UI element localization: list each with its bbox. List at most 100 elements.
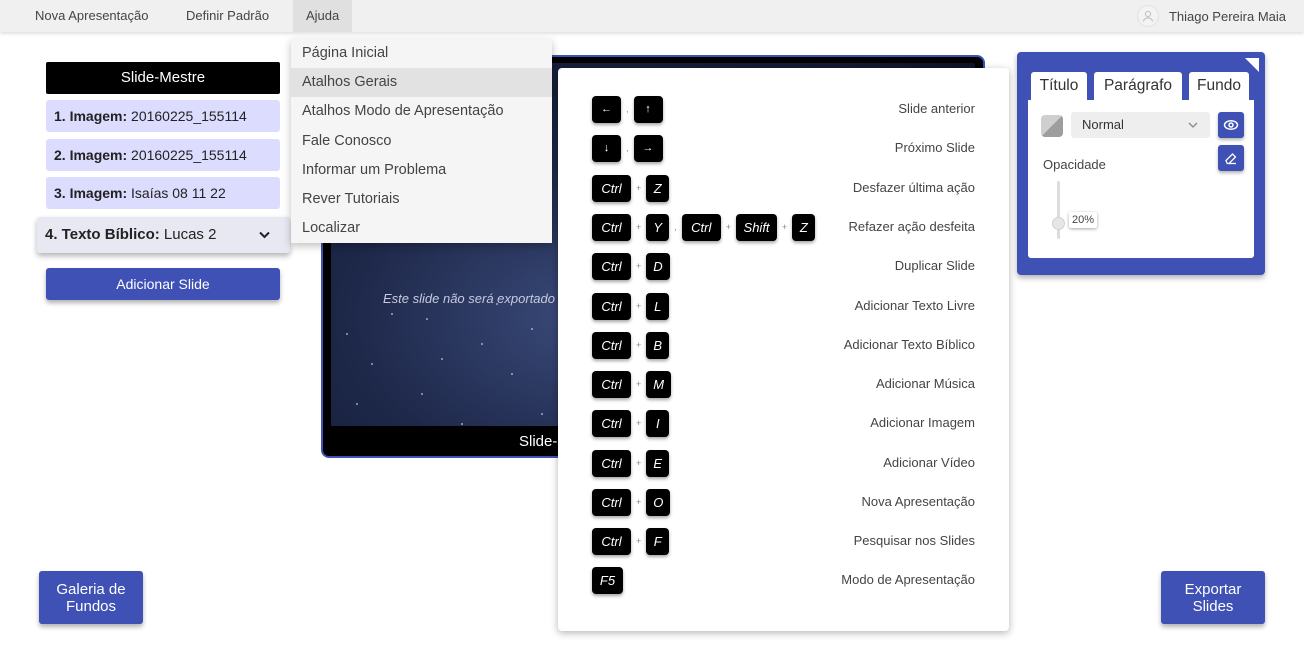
shortcut-description: Desfazer última ação bbox=[852, 180, 975, 195]
menu-item-informar-problema[interactable]: Informar um Problema bbox=[291, 156, 552, 185]
shortcut-description: Adicionar Vídeo bbox=[883, 455, 975, 470]
slide-item-value: 20160225_155114 bbox=[131, 147, 247, 163]
opacity-slider-thumb[interactable] bbox=[1052, 217, 1065, 231]
clear-button[interactable] bbox=[1218, 145, 1244, 171]
ctrl-key: Ctrl bbox=[592, 213, 631, 241]
shortcut-description: Modo de Apresentação bbox=[841, 572, 975, 587]
key-plus: + bbox=[636, 536, 642, 546]
l-key: L bbox=[646, 292, 670, 320]
slide-item-label: 3. Imagem: bbox=[54, 185, 128, 201]
key-plus: + bbox=[782, 222, 788, 232]
shortcut-row: Ctrl + O Nova Apresentação bbox=[592, 487, 975, 517]
ctrl-key: Ctrl bbox=[592, 488, 631, 516]
ctrl-key: Ctrl bbox=[592, 331, 631, 359]
shortcut-row: F5 Modo de Apresentação bbox=[592, 565, 975, 595]
export-line-2: Slides bbox=[1192, 598, 1234, 615]
shortcut-keys: ↓ , → bbox=[592, 133, 663, 163]
shortcuts-panel: ← , ↑ Slide anterior ↓ , → Próximo Slide… bbox=[558, 68, 1009, 631]
right-arrow-key: → bbox=[633, 134, 663, 162]
tab-titulo[interactable]: Título bbox=[1031, 72, 1087, 100]
ctrl-key: Ctrl bbox=[592, 252, 631, 280]
ctrl-key: Ctrl bbox=[592, 174, 631, 202]
shortcut-description: Adicionar Imagem bbox=[870, 415, 975, 430]
key-plus: + bbox=[636, 183, 642, 193]
visibility-toggle-button[interactable] bbox=[1218, 112, 1244, 138]
shortcut-keys: Ctrl + L bbox=[592, 291, 670, 321]
eye-icon bbox=[1223, 120, 1239, 130]
gallery-line-1: Galeria de bbox=[56, 581, 126, 598]
shortcut-row: Ctrl + E Adicionar Vídeo bbox=[592, 448, 975, 478]
m-key: M bbox=[646, 370, 672, 398]
ctrl-key: Ctrl bbox=[592, 370, 631, 398]
shortcut-keys: Ctrl + F bbox=[592, 526, 670, 556]
export-slides-button[interactable]: Exportar Slides bbox=[1161, 571, 1265, 624]
slide-item-4[interactable]: 4. Texto Bíblico: Lucas 2 bbox=[37, 217, 290, 253]
shortcut-row: Ctrl + I Adicionar Imagem bbox=[592, 408, 975, 438]
add-slide-button[interactable]: Adicionar Slide bbox=[46, 268, 280, 300]
key-plus: + bbox=[636, 301, 642, 311]
shortcut-keys: Ctrl + M bbox=[592, 369, 672, 399]
menu-nova-apresentacao[interactable]: Nova Apresentação bbox=[22, 0, 161, 32]
properties-body: Normal Opacidade 20% bbox=[1028, 100, 1254, 258]
shortcut-description: Próximo Slide bbox=[894, 140, 975, 155]
opacity-slider-track[interactable] bbox=[1057, 181, 1060, 239]
shortcut-keys: Ctrl + I bbox=[592, 408, 670, 438]
eraser-icon bbox=[1225, 153, 1237, 165]
avatar-icon bbox=[1136, 5, 1159, 27]
top-menu-bar: Nova Apresentação Definir Padrão Ajuda T… bbox=[0, 0, 1304, 32]
down-arrow-key: ↓ bbox=[592, 134, 621, 162]
shortcut-keys: Ctrl + Y , Ctrl + Shift + Z bbox=[592, 212, 816, 242]
shortcut-row: Ctrl + L Adicionar Texto Livre bbox=[592, 291, 975, 321]
chevron-down-icon[interactable] bbox=[259, 217, 270, 253]
key-separator: , bbox=[626, 104, 629, 114]
gallery-line-2: Fundos bbox=[65, 598, 117, 615]
slide-master-item[interactable]: Slide-Mestre bbox=[46, 62, 280, 94]
ctrl-key: Ctrl bbox=[592, 292, 631, 320]
corner-fold-icon[interactable] bbox=[1245, 58, 1259, 72]
shortcut-description: Nova Apresentação bbox=[861, 494, 975, 509]
preview-label: Slide- bbox=[519, 433, 558, 450]
menu-ajuda[interactable]: Ajuda bbox=[293, 0, 353, 32]
slide-item-2[interactable]: 2. Imagem: 20160225_155114 bbox=[46, 139, 280, 171]
d-key: D bbox=[646, 252, 670, 280]
slide-item-1[interactable]: 1. Imagem: 20160225_155114 bbox=[46, 100, 280, 132]
ctrl-key: Ctrl bbox=[681, 213, 721, 241]
y-key: Y bbox=[646, 213, 670, 241]
menu-item-pagina-inicial[interactable]: Página Inicial bbox=[291, 39, 552, 68]
slide-item-value: Isaías 08 11 22 bbox=[131, 185, 226, 201]
user-area[interactable]: Thiago Pereira Maia bbox=[1136, 0, 1286, 32]
menu-item-atalhos-apresentacao[interactable]: Atalhos Modo de Apresentação bbox=[291, 97, 552, 126]
o-key: O bbox=[646, 488, 671, 516]
preview-note: Este slide não será exportado bbox=[383, 291, 555, 306]
ctrl-key: Ctrl bbox=[592, 449, 631, 477]
blend-mode-value: Normal bbox=[1082, 117, 1124, 132]
menu-item-fale-conosco[interactable]: Fale Conosco bbox=[291, 127, 552, 156]
tab-fundo[interactable]: Fundo bbox=[1189, 72, 1249, 100]
shift-key: Shift bbox=[736, 213, 778, 241]
key-plus: + bbox=[636, 222, 642, 232]
key-separator: , bbox=[626, 143, 629, 153]
shortcut-keys: Ctrl + Z bbox=[592, 173, 670, 203]
b-key: B bbox=[646, 331, 670, 359]
opacity-label: Opacidade bbox=[1043, 157, 1106, 172]
slide-item-3[interactable]: 3. Imagem: Isaías 08 11 22 bbox=[46, 177, 280, 209]
key-plus: + bbox=[636, 379, 642, 389]
blend-mode-select[interactable]: Normal bbox=[1071, 112, 1210, 138]
shortcut-description: Slide anterior bbox=[898, 101, 975, 116]
key-plus: + bbox=[725, 222, 732, 232]
shortcut-keys: F5 bbox=[592, 565, 623, 595]
background-gallery-button[interactable]: Galeria de Fundos bbox=[39, 571, 143, 624]
export-line-1: Exportar bbox=[1184, 581, 1242, 598]
menu-item-rever-tutoriais[interactable]: Rever Tutoriais bbox=[291, 185, 552, 214]
color-swatch[interactable] bbox=[1041, 115, 1063, 137]
slide-item-label: 4. Texto Bíblico: bbox=[45, 226, 160, 243]
shortcut-keys: Ctrl + E bbox=[592, 448, 670, 478]
menu-definir-padrao[interactable]: Definir Padrão bbox=[173, 0, 282, 32]
z-key: Z bbox=[792, 213, 816, 241]
help-dropdown-menu: Página Inicial Atalhos Gerais Atalhos Mo… bbox=[291, 39, 552, 243]
tab-paragrafo[interactable]: Parágrafo bbox=[1094, 72, 1182, 100]
shortcut-keys: Ctrl + O bbox=[592, 487, 671, 517]
menu-item-localizar[interactable]: Localizar bbox=[291, 214, 552, 243]
menu-item-atalhos-gerais[interactable]: Atalhos Gerais bbox=[291, 68, 552, 98]
slide-item-label: 1. Imagem: bbox=[54, 108, 128, 124]
